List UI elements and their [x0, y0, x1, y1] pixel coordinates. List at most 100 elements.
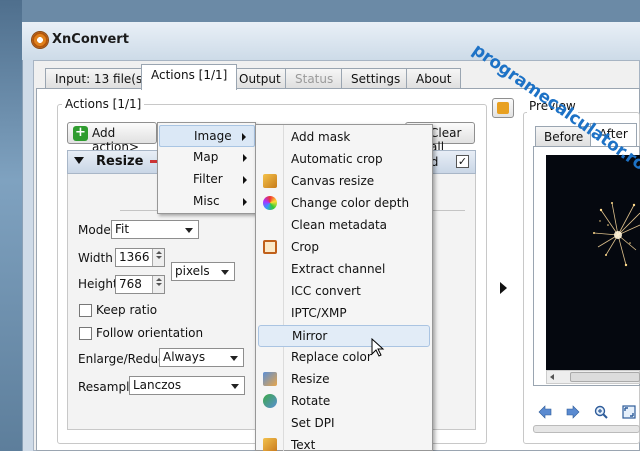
menu-item-map[interactable]: Map [159, 147, 255, 169]
menu-item-change-color-depth[interactable]: Change color depth [258, 193, 430, 215]
fireworks-image [593, 202, 640, 267]
previous-arrow-icon[interactable] [538, 405, 552, 419]
menu-item-crop[interactable]: Crop [258, 237, 430, 259]
menu-item-label: Rotate [291, 394, 331, 408]
menu-item-filter[interactable]: Filter [159, 169, 255, 191]
actions-group-title: Actions [1/1] [62, 97, 145, 111]
xnconvert-logo-icon [32, 32, 48, 48]
menu-item-label: Mirror [292, 329, 328, 343]
menu-item-label: Replace color [291, 350, 372, 364]
menu-item-label: Clean metadata [291, 218, 388, 232]
mode-select[interactable]: Fit [111, 220, 199, 239]
unit-value: pixels [175, 264, 210, 278]
desktop-background [0, 0, 22, 451]
scroll-left-arrow-icon[interactable] [550, 374, 554, 380]
menu-item-label: Filter [193, 172, 223, 186]
keep-ratio-checkbox[interactable] [79, 304, 92, 317]
follow-orientation-label: Follow orientation [96, 326, 204, 340]
chevron-down-icon [231, 384, 239, 389]
enabled-checkbox[interactable]: ✓ [456, 155, 469, 168]
resize-action-title: Resize [96, 154, 144, 169]
menu-item-label: Misc [193, 194, 220, 208]
menu-item-canvas-resize[interactable]: Canvas resize [258, 171, 430, 193]
resample-label: Resample [78, 380, 137, 394]
plus-icon: + [73, 126, 88, 141]
follow-orientation-checkbox[interactable] [79, 327, 92, 340]
menu-item-label: Automatic crop [291, 152, 383, 166]
fit-to-window-icon[interactable] [622, 405, 636, 419]
menu-item-label: Canvas resize [291, 174, 375, 188]
add-action-menu: Image Map Filter Misc [157, 122, 256, 214]
menu-item-label: Resize [291, 372, 330, 386]
collapse-arrow-icon[interactable] [74, 157, 84, 164]
picture-icon [497, 102, 509, 114]
mode-value: Fit [115, 222, 130, 236]
menu-item-clean-metadata[interactable]: Clean metadata [258, 215, 430, 237]
submenu-arrow-icon [243, 176, 247, 184]
menu-item-extract-channel[interactable]: Extract channel [258, 259, 430, 281]
menu-item-automatic-crop[interactable]: Automatic crop [258, 149, 430, 171]
menu-item-rotate[interactable]: Rotate [258, 391, 430, 413]
next-arrow-icon[interactable] [566, 405, 580, 419]
keep-ratio-label: Keep ratio [96, 303, 158, 317]
chevron-down-icon [230, 356, 238, 361]
preview-image [546, 155, 640, 370]
menu-item-label: Image [194, 129, 232, 143]
remove-action-icon[interactable] [150, 160, 157, 163]
canvas-icon [263, 174, 277, 188]
menu-item-label: ICC convert [291, 284, 361, 298]
menu-item-label: Add mask [291, 130, 351, 144]
color-depth-icon [263, 196, 277, 210]
resample-value: Lanczos [133, 378, 182, 392]
tab-actions[interactable]: Actions [1/1] [141, 64, 238, 90]
unit-select[interactable]: pixels [171, 262, 235, 281]
menu-item-resize[interactable]: Resize [258, 369, 430, 391]
menu-item-label: Change color depth [291, 196, 410, 210]
menu-item-label: Crop [291, 240, 320, 254]
menu-item-label: Map [193, 150, 219, 164]
menu-item-label: Set DPI [291, 416, 335, 430]
menu-item-set-dpi[interactable]: Set DPI [258, 413, 430, 435]
menu-item-misc[interactable]: Misc [159, 191, 255, 213]
submenu-arrow-icon [243, 198, 247, 206]
submenu-arrow-icon [242, 133, 246, 141]
enlarge-reduce-select[interactable]: Always [159, 348, 244, 367]
height-value: 768 [119, 277, 142, 291]
menu-item-mirror[interactable]: Mirror [258, 325, 430, 347]
submenu-arrow-icon [243, 154, 247, 162]
chevron-down-icon [185, 228, 193, 233]
width-label: Width [78, 251, 113, 265]
menu-item-image[interactable]: Image [159, 125, 255, 147]
add-action-button[interactable]: + Add action> [67, 122, 157, 154]
menu-item-label: Text [291, 438, 316, 451]
height-label: Height [78, 277, 118, 291]
rotate-icon [263, 394, 277, 408]
enlarge-reduce-value: Always [163, 350, 206, 364]
scrollbar-thumb[interactable] [570, 372, 640, 382]
menu-item-iptc-xmp[interactable]: IPTC/XMP [258, 303, 430, 325]
menu-item-replace-color[interactable]: Replace color [258, 347, 430, 369]
zoom-in-icon[interactable] [594, 405, 608, 419]
width-value: 1366 [119, 250, 150, 264]
tab-output[interactable]: Output [229, 68, 291, 89]
zoom-slider[interactable] [533, 425, 640, 433]
menu-item-add-mask[interactable]: Add mask [258, 127, 430, 149]
tab-status[interactable]: Status [285, 68, 344, 89]
tab-about[interactable]: About [406, 68, 462, 89]
spin-buttons[interactable] [152, 276, 164, 293]
tab-settings[interactable]: Settings [341, 68, 411, 89]
window-title: XnConvert [52, 32, 129, 47]
menu-item-icc-convert[interactable]: ICC convert [258, 281, 430, 303]
width-stepper[interactable]: 1366 [115, 248, 165, 267]
spin-buttons[interactable] [152, 249, 164, 266]
toggle-panel-arrow-icon[interactable] [500, 282, 507, 294]
menu-item-text[interactable]: Text [258, 435, 430, 451]
resample-select[interactable]: Lanczos [129, 376, 245, 395]
menu-item-label: IPTC/XMP [291, 306, 347, 320]
crop-icon [263, 240, 277, 254]
mode-label: Mode [78, 223, 111, 237]
menu-item-label: Extract channel [291, 262, 386, 276]
resize-icon [263, 372, 277, 386]
text-icon [263, 438, 277, 451]
height-stepper[interactable]: 768 [115, 275, 165, 294]
